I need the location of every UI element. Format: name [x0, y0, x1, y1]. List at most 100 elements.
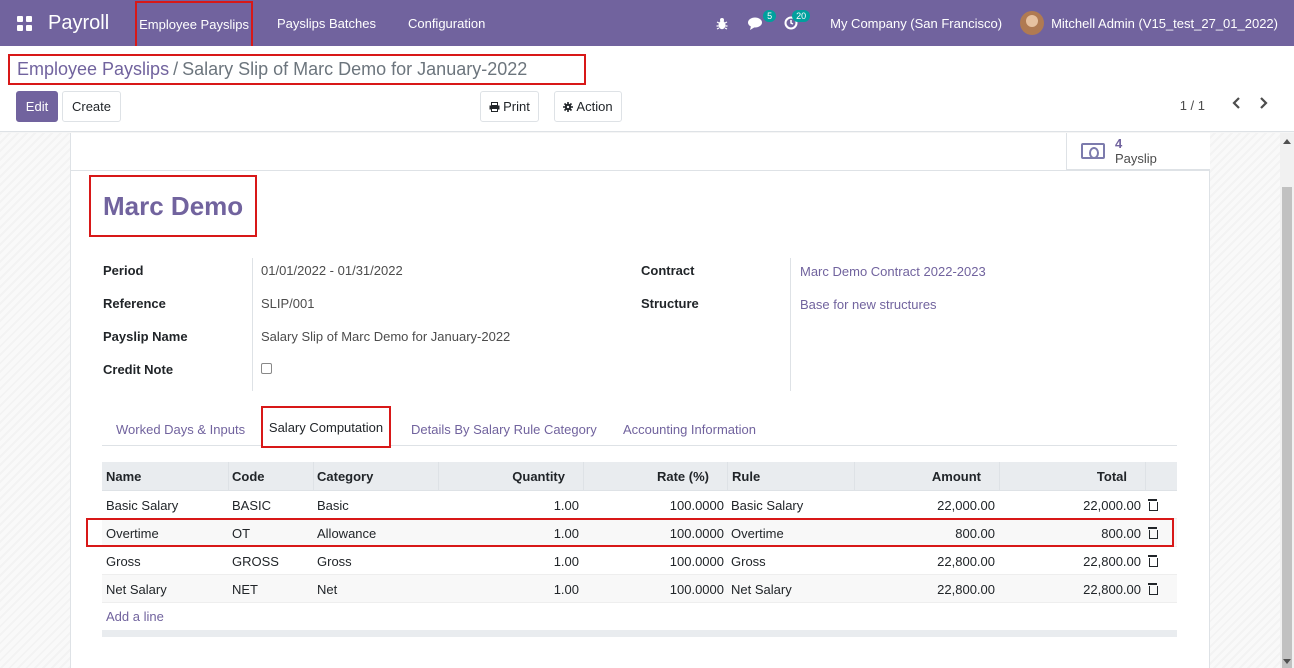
employee-name: Marc Demo [103, 190, 244, 221]
table-row[interactable]: Basic Salary BASIC Basic 1.00 100.0000 B… [102, 491, 1177, 519]
print-icon [489, 101, 500, 112]
pager-previous-icon[interactable] [1227, 96, 1245, 114]
breadcrumb-current: Salary Slip of Marc Demo for January-202… [182, 59, 528, 79]
breadcrumb-parent-link[interactable]: Employee Payslips [17, 59, 169, 80]
messages-icon[interactable]: 5 [738, 0, 777, 46]
edit-button[interactable]: Edit [16, 91, 58, 122]
sheet-divider [71, 170, 1209, 171]
cell-quantity: 1.00 [553, 581, 579, 597]
payslip-smart-button[interactable]: 4 Payslip [1066, 133, 1210, 170]
column-header-rule[interactable]: Rule [728, 462, 855, 491]
cell-total: 22,800.00 [1083, 581, 1141, 597]
tab-worked-days-inputs[interactable]: Worked Days & Inputs [116, 412, 245, 446]
structure-label: Structure [641, 296, 699, 311]
cell-rule: Gross [731, 553, 766, 569]
top-navbar: Payroll Employee Payslips Payslips Batch… [0, 0, 1294, 49]
tab-details-by-salary-rule-category[interactable]: Details By Salary Rule Category [411, 412, 597, 446]
tab-accounting-information[interactable]: Accounting Information [623, 412, 756, 446]
money-icon [1081, 143, 1105, 159]
company-switcher[interactable]: My Company (San Francisco) [808, 16, 1020, 31]
scroll-down-arrow-icon[interactable] [1283, 659, 1291, 664]
cell-code: BASIC [232, 497, 272, 513]
add-a-line-link[interactable]: Add a line [106, 609, 164, 624]
reference-label: Reference [103, 296, 166, 311]
cell-category: Basic [317, 497, 349, 513]
create-button[interactable]: Create [62, 91, 121, 122]
cell-quantity: 1.00 [553, 497, 579, 513]
contract-link[interactable]: Marc Demo Contract 2022-2023 [800, 264, 986, 279]
highlighted-overtime-row [86, 518, 1174, 547]
control-panel: Employee Payslips / Salary Slip of Marc … [0, 46, 1294, 132]
menu-payslips-batches[interactable]: Payslips Batches [261, 0, 392, 46]
cell-total: 22,800.00 [1083, 553, 1141, 569]
activities-badge: 20 [792, 10, 811, 22]
table-row[interactable]: Net Salary NET Net 1.00 100.0000 Net Sal… [102, 575, 1177, 603]
payslip-name-label: Payslip Name [103, 329, 188, 344]
payslip-name-value: Salary Slip of Marc Demo for January-202… [261, 329, 511, 344]
payslip-label: Payslip [1115, 151, 1157, 166]
delete-row-trash-icon[interactable] [1148, 555, 1158, 567]
delete-row-trash-icon[interactable] [1148, 583, 1158, 595]
action-button[interactable]: Action [554, 91, 622, 122]
cell-code: NET [232, 581, 258, 597]
pager-next-icon[interactable] [1254, 96, 1272, 114]
delete-row-trash-icon[interactable] [1148, 499, 1158, 511]
tab-salary-computation[interactable]: Salary Computation [261, 406, 391, 448]
column-header-total[interactable]: Total [1000, 462, 1146, 491]
menu-employee-payslips[interactable]: Employee Payslips [135, 0, 253, 49]
debug-bug-icon[interactable] [706, 0, 738, 46]
reference-value: SLIP/001 [261, 296, 315, 311]
menu-configuration[interactable]: Configuration [392, 0, 501, 46]
column-header-amount[interactable]: Amount [855, 462, 1000, 491]
cell-category: Net [317, 581, 338, 597]
column-header-quantity[interactable]: Quantity [439, 462, 584, 491]
contract-label: Contract [641, 263, 695, 278]
apps-menu-icon[interactable] [0, 0, 48, 46]
cell-rate: 100.0000 [669, 581, 724, 597]
table-row[interactable]: Gross GROSS Gross 1.00 100.0000 Gross 22… [102, 547, 1177, 575]
scroll-up-arrow-icon[interactable] [1283, 139, 1291, 144]
user-menu[interactable]: Mitchell Admin (V15_test_27_01_2022) [1020, 11, 1294, 35]
cell-amount: 22,800.00 [937, 553, 995, 569]
column-header-rate[interactable]: Rate (%) [584, 462, 728, 491]
cell-rule: Basic Salary [731, 497, 804, 513]
column-header-code[interactable]: Code [229, 462, 314, 491]
employee-title-box: Marc Demo [89, 175, 257, 237]
gear-icon [563, 101, 574, 112]
print-button[interactable]: Print [480, 91, 539, 122]
cell-total: 22,000.00 [1083, 497, 1141, 513]
activities-clock-icon[interactable]: 20 [774, 0, 811, 46]
payslip-count: 4 [1115, 136, 1123, 151]
user-avatar [1020, 11, 1045, 35]
cell-amount: 22,000.00 [937, 497, 995, 513]
user-name: Mitchell Admin (V15_test_27_01_2022) [1051, 15, 1278, 31]
column-header-name[interactable]: Name [102, 462, 229, 491]
salary-lines-header: Name Code Category Quantity Rate (%) Rul… [102, 462, 1177, 491]
cell-code: GROSS [232, 553, 279, 569]
credit-note-checkbox[interactable] [261, 363, 272, 374]
cell-category: Gross [317, 553, 352, 569]
breadcrumb: Employee Payslips / Salary Slip of Marc … [8, 54, 586, 85]
cell-name: Net Salary [106, 581, 167, 597]
cell-name: Gross [106, 553, 141, 569]
right-group-separator [790, 258, 791, 391]
credit-note-label: Credit Note [103, 362, 174, 377]
vertical-scrollbar[interactable] [1280, 133, 1294, 668]
breadcrumb-separator: / [173, 59, 179, 79]
scrollbar-thumb[interactable] [1282, 187, 1292, 668]
structure-link[interactable]: Base for new structures [800, 297, 937, 312]
pager-value[interactable]: 1 / 1 [1180, 98, 1205, 113]
print-button-label: Print [503, 99, 530, 114]
cell-rule: Net Salary [731, 581, 792, 597]
column-header-category[interactable]: Category [314, 462, 439, 491]
action-button-label: Action [576, 99, 613, 114]
cell-name: Basic Salary [106, 497, 179, 513]
cell-rate: 100.0000 [669, 497, 724, 513]
cell-quantity: 1.00 [553, 553, 579, 569]
period-label: Period [103, 263, 144, 278]
app-brand[interactable]: Payroll [48, 12, 109, 35]
left-group-separator [252, 258, 253, 391]
cell-rate: 100.0000 [669, 553, 724, 569]
table-footer [102, 630, 1177, 637]
cell-amount: 22,800.00 [937, 581, 995, 597]
